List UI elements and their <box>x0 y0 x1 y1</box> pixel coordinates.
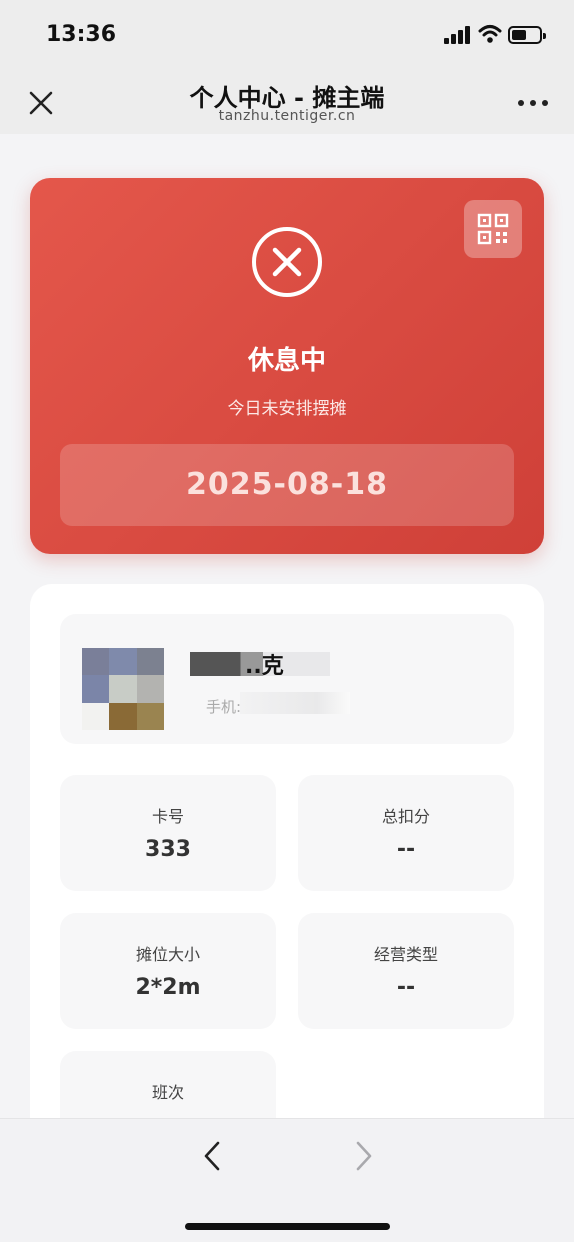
stat-total-deduction: 总扣分 -- <box>298 775 514 891</box>
qr-code-button[interactable] <box>464 200 522 258</box>
stat-card-number: 卡号 333 <box>60 775 276 891</box>
more-icon[interactable] <box>514 94 552 112</box>
home-indicator <box>185 1223 390 1230</box>
stat-business-type: 经营类型 -- <box>298 913 514 1029</box>
signal-icon <box>444 26 472 44</box>
stat-value: -- <box>396 837 416 862</box>
profile-name: ..克 <box>245 654 284 679</box>
stat-label: 摊位大小 <box>135 945 200 964</box>
status-bar: 13:36 <box>0 0 574 72</box>
page-url: tanzhu.tentiger.cn <box>218 108 356 124</box>
browser-toolbar <box>0 1118 574 1242</box>
status-title: 休息中 <box>247 346 326 376</box>
stat-stall-size: 摊位大小 2*2m <box>60 913 276 1029</box>
chevron-left-icon[interactable] <box>196 1139 230 1173</box>
stat-label: 卡号 <box>151 807 184 826</box>
qr-code-icon <box>477 213 509 245</box>
phone-redaction <box>240 692 350 714</box>
date-display: 2025-08-18 <box>60 444 514 526</box>
stat-label: 经营类型 <box>373 945 438 964</box>
stat-value: 333 <box>145 837 191 862</box>
status-subtitle: 今日未安排摆摊 <box>227 399 347 419</box>
battery-icon <box>508 26 546 44</box>
chevron-right-icon[interactable] <box>346 1139 380 1173</box>
profile-section: ..克 手机: 1 <box>60 614 514 744</box>
stat-label: 总扣分 <box>381 807 430 826</box>
stat-value: 2*2m <box>135 975 201 1000</box>
x-circle-icon <box>252 227 322 297</box>
status-time: 13:36 <box>46 22 117 47</box>
avatar <box>82 648 164 730</box>
stat-value: -- <box>396 975 416 1000</box>
status-card: 休息中 今日未安排摆摊 2025-08-18 <box>30 178 544 554</box>
stat-label: 班次 <box>151 1083 184 1102</box>
wifi-icon <box>478 25 502 43</box>
nav-bar: 个人中心 - 摊主端 tanzhu.tentiger.cn <box>0 72 574 134</box>
